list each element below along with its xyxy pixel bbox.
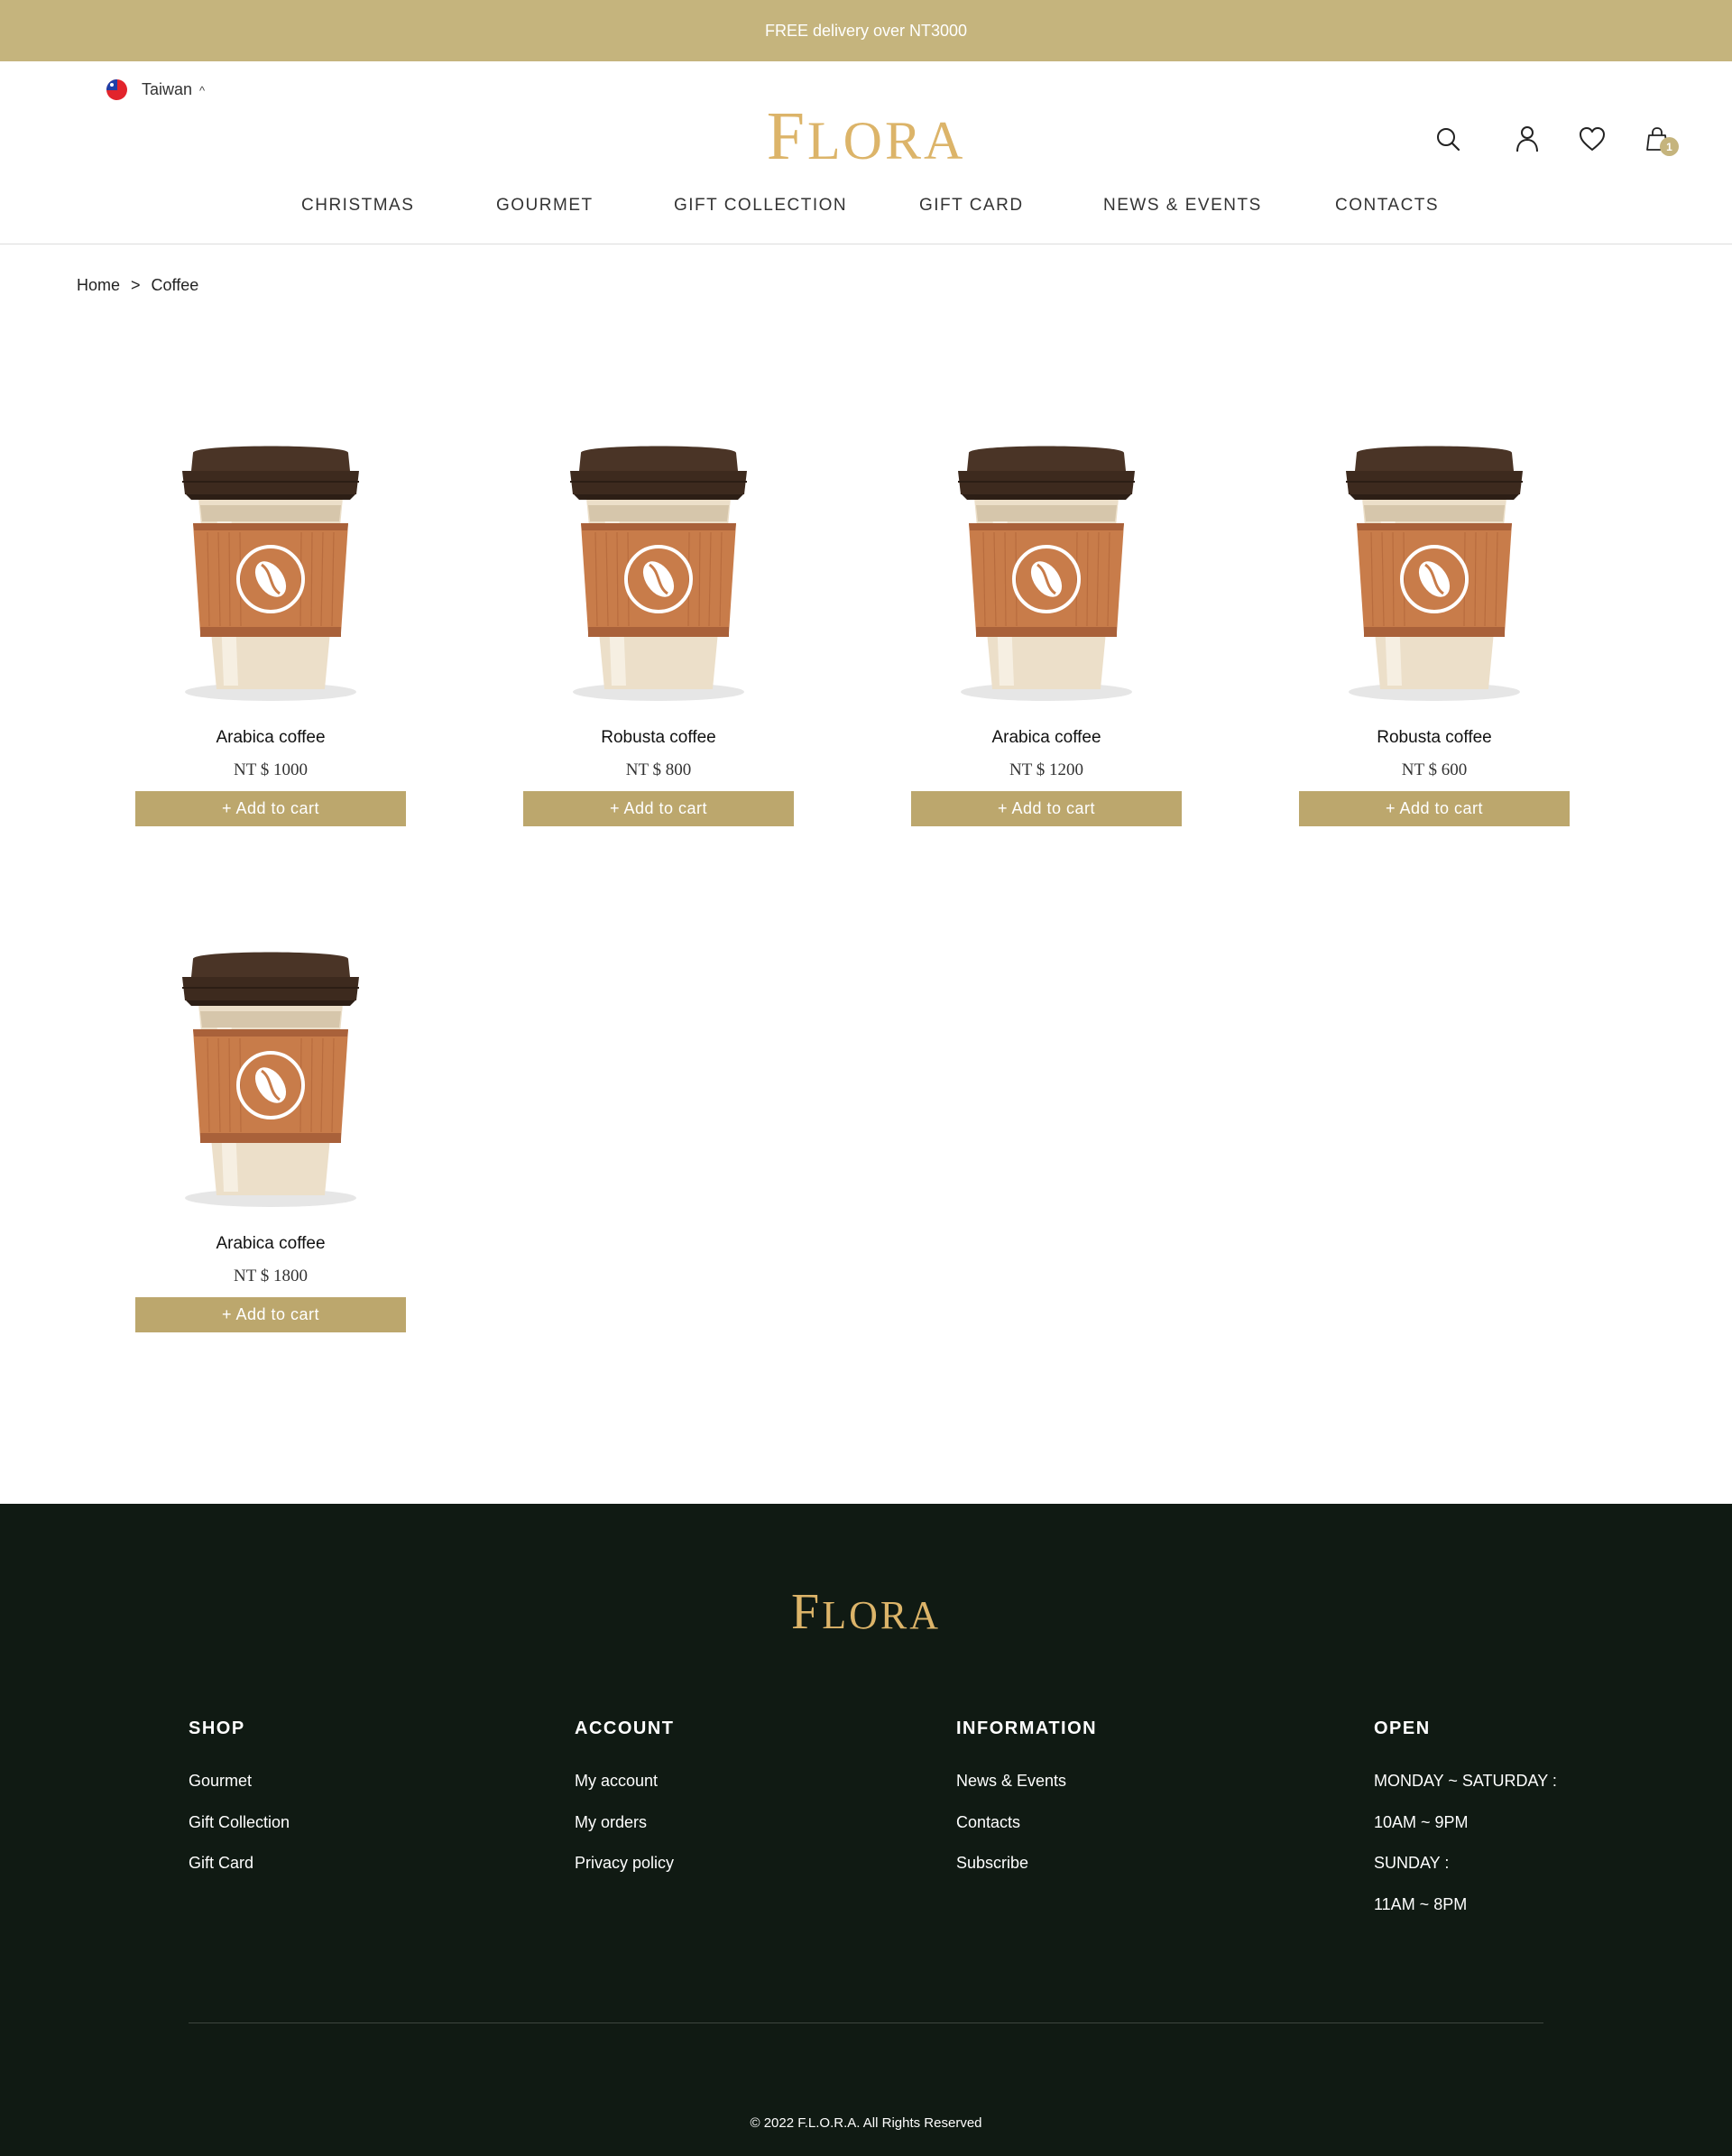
add-to-cart-button[interactable]: + Add to cart [911, 791, 1182, 826]
shopping-bag-icon[interactable]: 1 [1625, 121, 1690, 157]
opening-hours-line: SUNDAY : [1374, 1854, 1450, 1872]
footer-column-open: OPEN MONDAY ~ SATURDAY : 10AM ~ 9PM SUND… [1374, 1718, 1557, 1936]
breadcrumb-current: Coffee [151, 276, 199, 294]
add-to-cart-button[interactable]: + Add to cart [1299, 791, 1570, 826]
user-icon[interactable] [1495, 121, 1560, 157]
coffee-cup-image[interactable] [135, 444, 406, 705]
announcement-text: FREE delivery over NT3000 [764, 21, 968, 40]
footer-link-privacy-policy[interactable]: Privacy policy [575, 1854, 675, 1895]
product-card[interactable]: Robusta coffee NT $ 600 + Add to cart [1299, 444, 1570, 826]
site-footer: FLORA SHOP Gourmet Gift Collection Gift … [0, 1504, 1732, 2156]
caret-up-icon: ^ [199, 84, 206, 97]
opening-hours-line: MONDAY ~ SATURDAY : [1374, 1772, 1557, 1790]
product-price: NT $ 800 [625, 760, 692, 779]
coffee-cup-image[interactable] [911, 444, 1182, 705]
nav-item-gourmet[interactable]: GOURMET [496, 196, 594, 216]
opening-hours-line: 11AM ~ 8PM [1374, 1894, 1468, 1913]
footer-link-news-events[interactable]: News & Events [956, 1772, 1097, 1813]
header-actions: 1 [1430, 121, 1690, 157]
nav-item-gift-collection[interactable]: GIFT COLLECTION [674, 196, 847, 216]
footer-column-account: ACCOUNT My account My orders Privacy pol… [575, 1718, 675, 1895]
footer-link-contacts[interactable]: Contacts [956, 1813, 1097, 1855]
breadcrumb-home[interactable]: Home [77, 276, 120, 295]
footer-link-my-orders[interactable]: My orders [575, 1813, 675, 1855]
footer-column-shop: SHOP Gourmet Gift Collection Gift Card [189, 1718, 290, 1895]
add-to-cart-button[interactable]: + Add to cart [135, 1297, 406, 1332]
product-price: NT $ 600 [1401, 760, 1468, 779]
nav-item-gift-card[interactable]: GIFT CARD [919, 196, 1024, 216]
opening-hours-line: 10AM ~ 9PM [1374, 1812, 1469, 1831]
nav-item-contacts[interactable]: CONTACTS [1335, 196, 1439, 216]
footer-heading-information: INFORMATION [956, 1718, 1098, 1738]
copyright-text: © 2022 F.L.O.R.A. All Rights Reserved [750, 2115, 982, 2131]
breadcrumb-separator: > [131, 276, 141, 294]
product-name[interactable]: Arabica coffee [911, 728, 1182, 751]
footer-divider [189, 2022, 1543, 2023]
main-nav: CHRISTMAS GOURMET GIFT COLLECTION GIFT C… [0, 196, 1732, 223]
coffee-cup-image[interactable] [135, 950, 406, 1212]
footer-link-gift-collection[interactable]: Gift Collection [189, 1813, 290, 1855]
search-icon[interactable] [1430, 121, 1466, 157]
site-header: Taiwan ^ FLORA 1 CHRISTMAS GOURMET GIFT … [0, 61, 1732, 244]
region-label: Taiwan [142, 80, 193, 98]
coffee-cup-image[interactable] [523, 444, 794, 705]
heart-icon[interactable] [1560, 121, 1625, 157]
product-price: NT $ 1800 [234, 1267, 308, 1285]
footer-link-subscribe[interactable]: Subscribe [956, 1854, 1097, 1895]
footer-column-information: INFORMATION News & Events Contacts Subsc… [956, 1718, 1097, 1895]
product-price: NT $ 1000 [234, 760, 308, 779]
product-name[interactable]: Arabica coffee [135, 1234, 406, 1258]
footer-link-my-account[interactable]: My account [575, 1772, 675, 1813]
footer-link-gift-card[interactable]: Gift Card [189, 1854, 290, 1895]
footer-heading-open: OPEN [1374, 1718, 1431, 1738]
footer-heading-account: ACCOUNT [575, 1718, 675, 1738]
coffee-cup-image[interactable] [1299, 444, 1570, 705]
announcement-bar: FREE delivery over NT3000 [0, 0, 1732, 61]
product-name[interactable]: Arabica coffee [135, 728, 406, 751]
product-card[interactable]: Arabica coffee NT $ 1800 + Add to cart [135, 950, 406, 1332]
product-name[interactable]: Robusta coffee [523, 728, 794, 751]
add-to-cart-button[interactable]: + Add to cart [523, 791, 794, 826]
product-card[interactable]: Arabica coffee NT $ 1000 + Add to cart [135, 444, 406, 826]
product-price: NT $ 1200 [1009, 760, 1083, 779]
breadcrumb: Home > Coffee [77, 276, 198, 295]
nav-item-christmas[interactable]: CHRISTMAS [301, 196, 414, 216]
footer-heading-shop: SHOP [189, 1718, 245, 1738]
footer-link-gourmet[interactable]: Gourmet [189, 1772, 290, 1813]
nav-item-news-events[interactable]: NEWS & EVENTS [1103, 196, 1262, 216]
add-to-cart-button[interactable]: + Add to cart [135, 791, 406, 826]
cart-count-badge: 1 [1660, 137, 1679, 156]
product-name[interactable]: Robusta coffee [1299, 728, 1570, 751]
footer-logo[interactable]: FLORA [0, 1583, 1732, 1641]
product-card[interactable]: Robusta coffee NT $ 800 + Add to cart [523, 444, 794, 826]
product-card[interactable]: Arabica coffee NT $ 1200 + Add to cart [911, 444, 1182, 826]
